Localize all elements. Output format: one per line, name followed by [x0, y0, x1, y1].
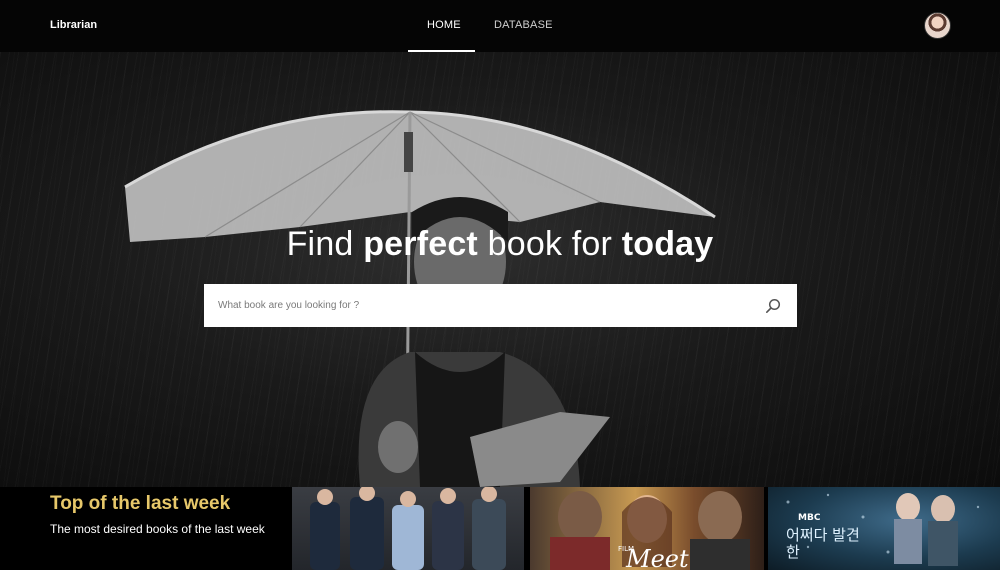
- book-cover-1-art: [310, 487, 506, 570]
- nav-database-link[interactable]: DATABASE: [494, 19, 553, 31]
- book-cover-3-prefix: MBC: [798, 513, 821, 523]
- book-cover-2[interactable]: FILM Meet: [530, 487, 764, 570]
- hero-title-text-1: Find: [286, 225, 364, 263]
- hero-title-text-2: book for: [477, 225, 622, 263]
- brand-logo[interactable]: Librarian: [50, 19, 97, 31]
- nav-home-link[interactable]: HOME: [427, 19, 461, 31]
- book-cover-1[interactable]: [292, 487, 524, 570]
- user-avatar[interactable]: [924, 12, 951, 39]
- hero-section: Find perfect book for today: [0, 52, 1000, 487]
- search-input[interactable]: [204, 284, 749, 327]
- section-title: Top of the last week: [50, 493, 231, 514]
- book-cover-3-title: 어쩌다 발견한: [786, 526, 860, 561]
- hero-title: Find perfect book for today: [0, 225, 1000, 264]
- book-cover-2-title: Meet: [626, 545, 689, 570]
- active-tab-indicator: [408, 50, 475, 52]
- search-button[interactable]: [749, 284, 797, 327]
- hero-title-bold-1: perfect: [363, 225, 478, 263]
- hero-title-bold-2: today: [621, 225, 714, 263]
- search-bar: [204, 284, 797, 327]
- top-last-week-section: Top of the last week The most desired bo…: [0, 487, 1000, 570]
- book-cover-3[interactable]: MBC 어쩌다 발견한: [768, 487, 1000, 570]
- top-navbar: Librarian HOME DATABASE: [0, 0, 1000, 52]
- section-subtitle: The most desired books of the last week: [50, 522, 265, 536]
- search-icon: [765, 298, 781, 313]
- hero-umbrella-illustration: [124, 110, 716, 487]
